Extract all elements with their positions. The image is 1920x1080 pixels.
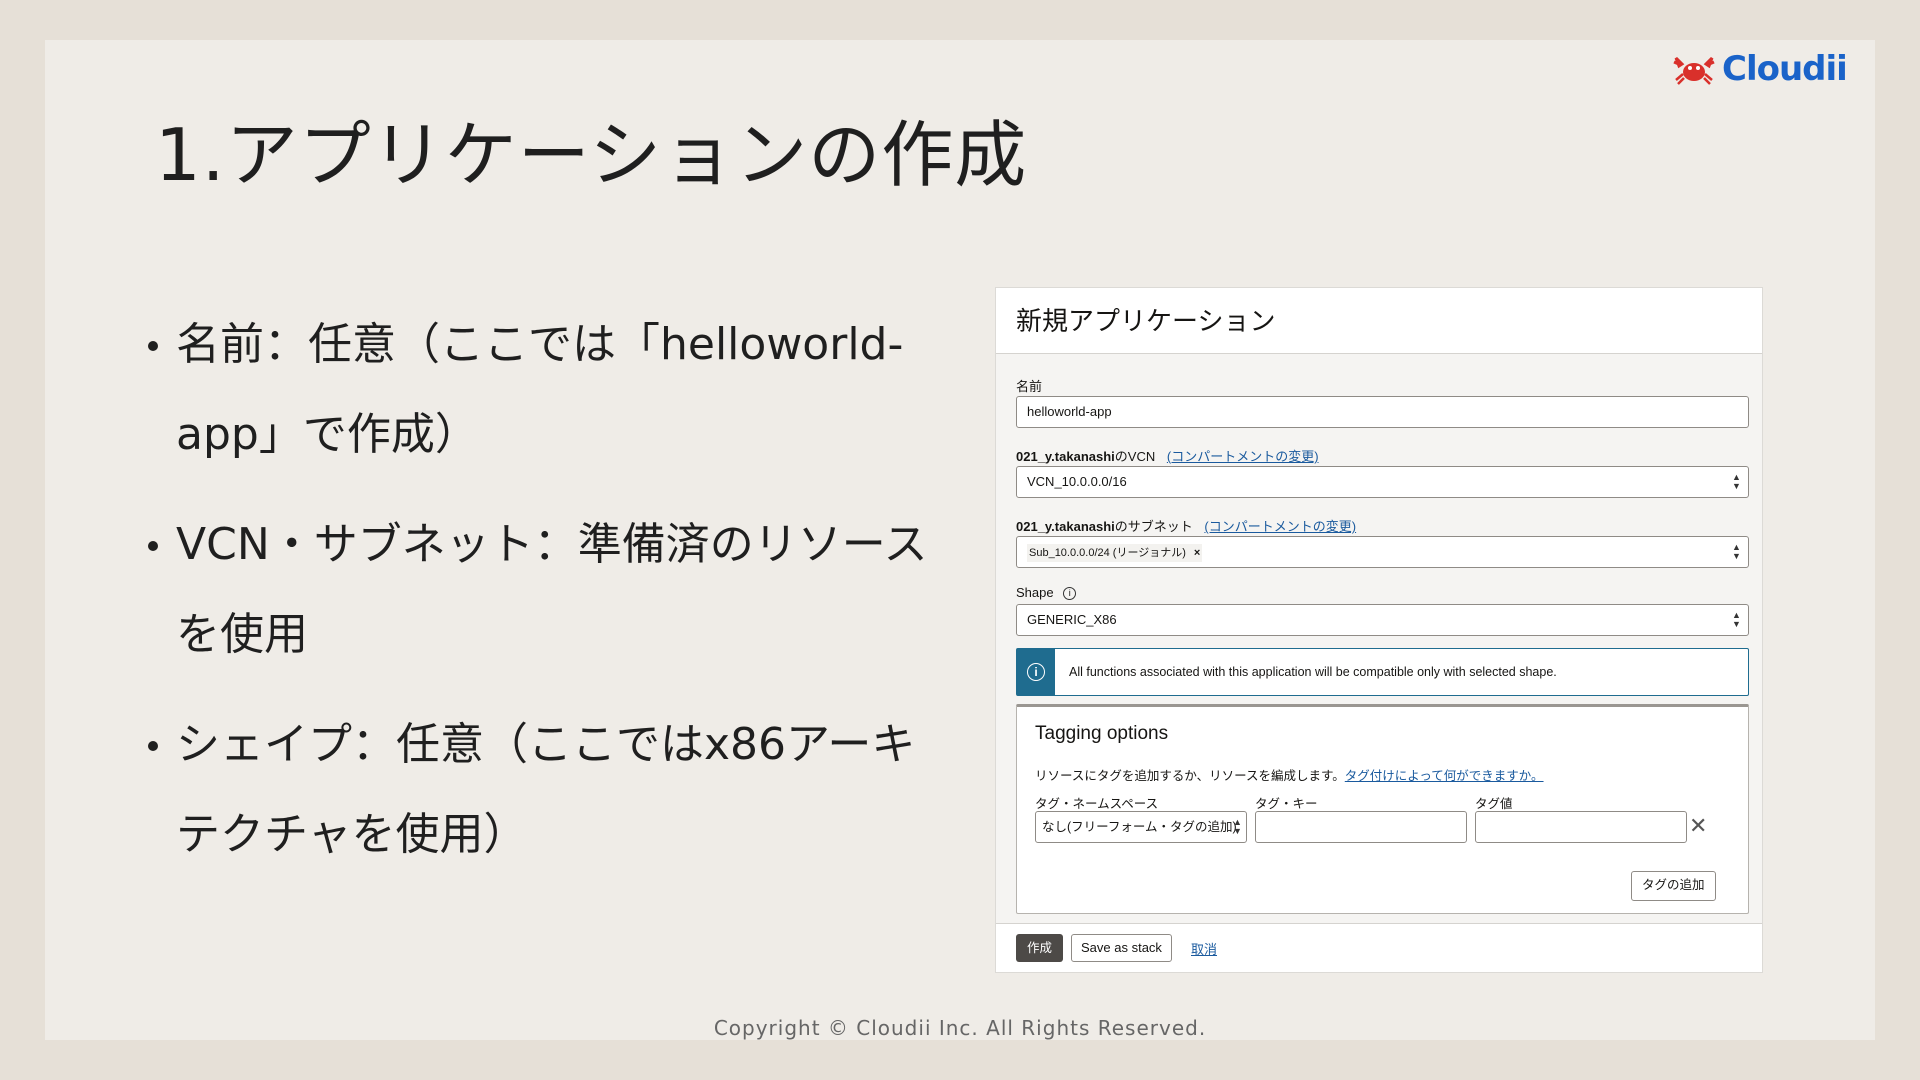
info-banner-side: i: [1017, 649, 1055, 695]
cloudii-logo: Cloudii: [1672, 49, 1848, 89]
slide-title: 1.アプリケーションの作成: [155, 113, 1028, 197]
info-icon[interactable]: i: [1063, 587, 1077, 601]
tag-value-label: タグ値: [1475, 797, 1513, 811]
crab-logo-icon: [1673, 56, 1715, 85]
tagging-description-text: リソースにタグを追加するか、リソースを編成します。: [1035, 769, 1345, 783]
cancel-link[interactable]: 取消: [1191, 939, 1217, 958]
tagging-help-link[interactable]: タグ付けによって何ができますか。: [1345, 769, 1544, 783]
subnet-chip-label: Sub_10.0.0.0/24 (リージョナル): [1029, 547, 1186, 559]
info-message: All functions associated with this appli…: [1069, 665, 1557, 679]
shape-label: Shape i: [1016, 585, 1077, 601]
name-input[interactable]: helloworld-app: [1016, 396, 1749, 428]
select-updown-icon: ▲ ▼: [1732, 472, 1741, 491]
shape-select[interactable]: GENERIC_X86 ▲ ▼: [1016, 604, 1749, 636]
vcn-select[interactable]: VCN_10.0.0.0/16 ▲ ▼: [1016, 466, 1749, 498]
shape-label-text: Shape: [1016, 585, 1054, 600]
vcn-compartment-name: 021_y.takanashi: [1016, 449, 1115, 464]
vcn-label-suffix: のVCN: [1114, 449, 1156, 464]
chip-remove-icon[interactable]: ×: [1194, 547, 1200, 559]
subnet-label: 021_y.takanashiのサブネット (コンパートメントの変更): [1016, 516, 1356, 535]
shape-info-banner: i All functions associated with this app…: [1016, 648, 1749, 696]
info-icon: i: [1027, 663, 1045, 681]
tag-key-input[interactable]: [1255, 811, 1467, 843]
new-application-panel: 新規アプリケーション 名前 helloworld-app 021_y.takan…: [995, 287, 1763, 973]
panel-footer: 作成 Save as stack 取消: [996, 923, 1762, 972]
select-updown-icon: ▲ ▼: [1732, 542, 1741, 561]
panel-title: 新規アプリケーション: [996, 288, 1762, 354]
subnet-change-compartment-link[interactable]: (コンパートメントの変更): [1204, 519, 1356, 534]
tagging-description: リソースにタグを追加するか、リソースを編成します。タグ付けによって何ができますか…: [1035, 765, 1544, 784]
subnet-label-suffix: のサブネット: [1114, 519, 1193, 534]
vcn-change-compartment-link[interactable]: (コンパートメントの変更): [1167, 449, 1319, 464]
add-tag-button[interactable]: タグの追加: [1631, 871, 1716, 901]
create-button[interactable]: 作成: [1016, 934, 1064, 962]
shape-select-value: GENERIC_X86: [1027, 612, 1117, 627]
tag-key-label: タグ・キー: [1255, 797, 1318, 811]
logo-text: Cloudii: [1722, 49, 1848, 89]
bullet-item: VCN・サブネット：準備済のリソースを使用: [140, 500, 940, 680]
name-label: 名前: [1016, 379, 1043, 394]
tag-value-input[interactable]: [1475, 811, 1687, 843]
tagging-title: Tagging options: [1035, 723, 1169, 744]
subnet-select[interactable]: Sub_10.0.0.0/24 (リージョナル) × ▲ ▼: [1016, 536, 1749, 568]
save-as-stack-button[interactable]: Save as stack: [1071, 934, 1172, 962]
bullet-item: 名前：任意（ここでは「helloworld-app」で作成）: [140, 300, 940, 480]
select-updown-icon: ▲ ▼: [1233, 817, 1242, 836]
bullet-item: シェイプ：任意（ここではx86アーキテクチャを使用）: [140, 700, 940, 880]
tag-namespace-select[interactable]: なし(フリーフォーム・タグの追加) ▲ ▼: [1035, 811, 1247, 843]
tagging-options-section: Tagging options リソースにタグを追加するか、リソースを編成します…: [1016, 704, 1749, 914]
bullet-list: 名前：任意（ここでは「helloworld-app」で作成） VCN・サブネット…: [140, 300, 940, 900]
tag-namespace-label: タグ・ネームスペース: [1035, 797, 1159, 811]
remove-tag-close-icon[interactable]: ✕: [1689, 813, 1707, 839]
tag-namespace-value: なし(フリーフォーム・タグの追加): [1042, 820, 1237, 834]
vcn-label: 021_y.takanashiのVCN (コンパートメントの変更): [1016, 446, 1319, 465]
copyright-footer: Copyright © Cloudii Inc. All Rights Rese…: [713, 1016, 1207, 1040]
select-updown-icon: ▲ ▼: [1732, 610, 1741, 629]
subnet-chip: Sub_10.0.0.0/24 (リージョナル) ×: [1027, 544, 1203, 562]
subnet-compartment-name: 021_y.takanashi: [1016, 519, 1115, 534]
vcn-select-value: VCN_10.0.0.0/16: [1027, 474, 1127, 489]
